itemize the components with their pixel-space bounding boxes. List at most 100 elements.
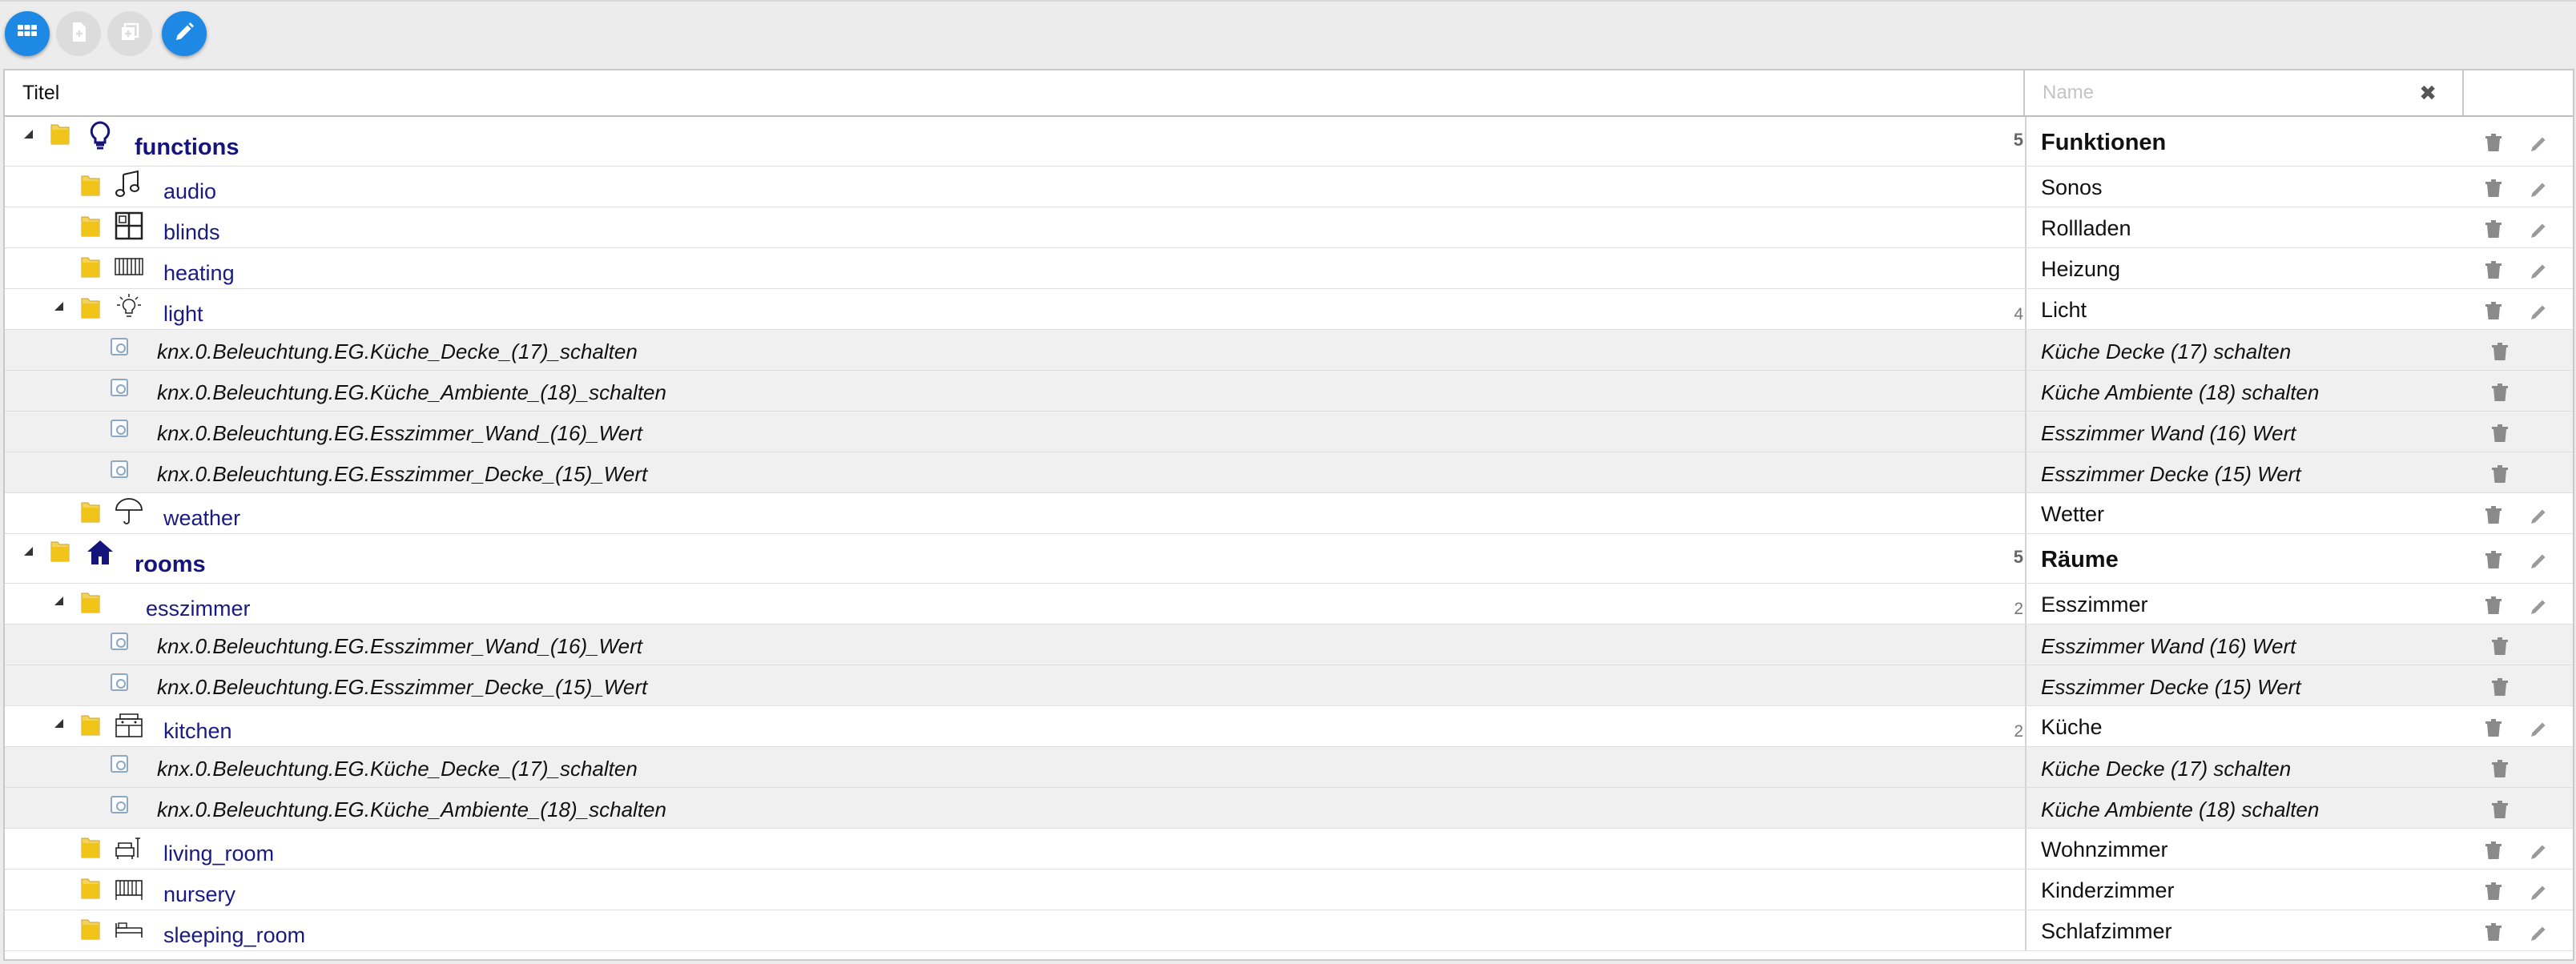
add-folder-button[interactable]: [107, 11, 152, 56]
column-separator: [2025, 452, 2027, 492]
collapse-toggle-icon[interactable]: [54, 302, 63, 311]
folder-label[interactable]: kitchen: [163, 719, 232, 744]
pencil-icon: [172, 20, 196, 48]
folder-label[interactable]: functions: [135, 135, 239, 161]
state-row[interactable]: knx.0.Beleuchtung.EG.Küche_Ambiente_(18)…: [5, 788, 2573, 829]
state-row[interactable]: knx.0.Beleuchtung.EG.Küche_Ambiente_(18)…: [5, 371, 2573, 412]
state-row[interactable]: knx.0.Beleuchtung.EG.Küche_Decke_(17)_sc…: [5, 747, 2573, 788]
state-row[interactable]: knx.0.Beleuchtung.EG.Esszimmer_Decke_(15…: [5, 452, 2573, 493]
delete-trash-icon[interactable]: [2485, 301, 2502, 321]
delete-trash-icon[interactable]: [2485, 551, 2502, 570]
delete-trash-icon[interactable]: [2485, 718, 2502, 738]
column-header-title[interactable]: Titel: [5, 70, 2025, 115]
kitchen-icon: [114, 709, 144, 740]
clear-filter-icon[interactable]: ✖: [2419, 82, 2437, 104]
edit-pencil-icon[interactable]: [2530, 923, 2547, 942]
delete-trash-icon[interactable]: [2485, 596, 2502, 616]
folder-icon: [50, 539, 70, 563]
delete-trash-icon[interactable]: [2491, 464, 2509, 484]
root-folder-row[interactable]: functions 5 Funktionen: [5, 117, 2573, 167]
column-separator: [2025, 747, 2027, 787]
folder-name: Sonos: [2041, 175, 2103, 199]
folder-row[interactable]: living_room Wohnzimmer: [5, 829, 2573, 870]
delete-trash-icon[interactable]: [2485, 134, 2502, 153]
state-row[interactable]: knx.0.Beleuchtung.EG.Esszimmer_Decke_(15…: [5, 665, 2573, 706]
edit-mode-button[interactable]: [162, 11, 207, 56]
folder-label[interactable]: esszimmer: [146, 596, 251, 621]
grid-view-button[interactable]: [5, 11, 50, 56]
collapse-toggle-icon[interactable]: [54, 596, 63, 605]
child-count-badge: 2: [2014, 599, 2023, 618]
column-header-actions: [2464, 70, 2573, 115]
delete-trash-icon[interactable]: [2491, 383, 2509, 403]
delete-trash-icon[interactable]: [2485, 505, 2502, 525]
edit-pencil-icon[interactable]: [2530, 719, 2547, 738]
folder-label[interactable]: nursery: [163, 882, 235, 907]
edit-pencil-icon[interactable]: [2530, 882, 2547, 902]
child-count-badge: 2: [2014, 721, 2023, 741]
delete-trash-icon[interactable]: [2491, 677, 2509, 697]
delete-trash-icon[interactable]: [2485, 841, 2502, 861]
folder-row[interactable]: sleeping_room Schlafzimmer: [5, 910, 2573, 951]
state-row[interactable]: knx.0.Beleuchtung.EG.Esszimmer_Wand_(16)…: [5, 412, 2573, 452]
column-separator: [2025, 910, 2027, 950]
folder-icon: [50, 122, 70, 146]
state-name: Küche Ambiente (18) schalten: [2041, 380, 2320, 404]
state-row[interactable]: knx.0.Beleuchtung.EG.Küche_Decke_(17)_sc…: [5, 330, 2573, 371]
edit-pencil-icon[interactable]: [2530, 841, 2547, 861]
folder-label[interactable]: rooms: [135, 552, 206, 578]
delete-trash-icon[interactable]: [2491, 759, 2509, 779]
folder-row[interactable]: nursery Kinderzimmer: [5, 870, 2573, 910]
delete-trash-icon[interactable]: [2491, 637, 2509, 657]
state-name: Esszimmer Wand (16) Wert: [2041, 420, 2296, 445]
state-row[interactable]: knx.0.Beleuchtung.EG.Esszimmer_Wand_(16)…: [5, 625, 2573, 665]
delete-trash-icon[interactable]: [2485, 179, 2502, 199]
folder-label[interactable]: blinds: [163, 220, 220, 245]
collapse-toggle-icon[interactable]: [54, 719, 63, 728]
folder-row[interactable]: weather Wetter: [5, 493, 2573, 534]
collapse-toggle-icon[interactable]: [24, 547, 33, 556]
state-icon: [111, 795, 128, 813]
folder-row[interactable]: kitchen 2 Küche: [5, 706, 2573, 747]
grid-icon: [15, 20, 39, 48]
edit-pencil-icon[interactable]: [2530, 596, 2547, 616]
edit-pencil-icon[interactable]: [2530, 134, 2547, 153]
delete-trash-icon[interactable]: [2491, 342, 2509, 362]
edit-pencil-icon[interactable]: [2530, 220, 2547, 239]
toolbar: [0, 0, 2576, 69]
edit-pencil-icon[interactable]: [2530, 179, 2547, 199]
collapse-toggle-icon[interactable]: [24, 130, 33, 139]
folder-label[interactable]: weather: [163, 506, 240, 531]
folder-row[interactable]: audio Sonos: [5, 167, 2573, 207]
delete-trash-icon[interactable]: [2485, 882, 2502, 902]
folder-label[interactable]: sleeping_room: [163, 923, 305, 948]
column-header-name: ✖: [2025, 70, 2464, 115]
edit-pencil-icon[interactable]: [2530, 551, 2547, 570]
state-name: Esszimmer Wand (16) Wert: [2041, 633, 2296, 658]
folder-icon: [80, 214, 101, 238]
folder-row[interactable]: blinds Rollladen: [5, 207, 2573, 248]
delete-trash-icon[interactable]: [2485, 922, 2502, 942]
folder-label[interactable]: living_room: [163, 841, 274, 866]
folder-row[interactable]: light 4 Licht: [5, 289, 2573, 330]
column-separator: [2025, 534, 2027, 583]
edit-pencil-icon[interactable]: [2530, 261, 2547, 280]
delete-trash-icon[interactable]: [2491, 800, 2509, 820]
add-state-button[interactable]: [56, 11, 101, 56]
folder-label[interactable]: light: [163, 302, 203, 327]
edit-pencil-icon[interactable]: [2530, 302, 2547, 321]
state-icon: [111, 337, 128, 355]
folder-label[interactable]: audio: [163, 179, 216, 204]
folder-row[interactable]: esszimmer 2 Esszimmer: [5, 584, 2573, 625]
folder-label[interactable]: heating: [163, 261, 235, 286]
delete-trash-icon[interactable]: [2491, 424, 2509, 444]
delete-trash-icon[interactable]: [2485, 219, 2502, 239]
name-filter-input[interactable]: [2041, 81, 2417, 105]
root-folder-row[interactable]: rooms 5 Räume: [5, 534, 2573, 584]
delete-trash-icon[interactable]: [2485, 260, 2502, 280]
folder-name: Schlafzimmer: [2041, 918, 2172, 943]
column-separator: [2025, 584, 2027, 624]
folder-row[interactable]: heating Heizung: [5, 248, 2573, 289]
state-name: Küche Decke (17) schalten: [2041, 756, 2292, 781]
edit-pencil-icon[interactable]: [2530, 506, 2547, 525]
